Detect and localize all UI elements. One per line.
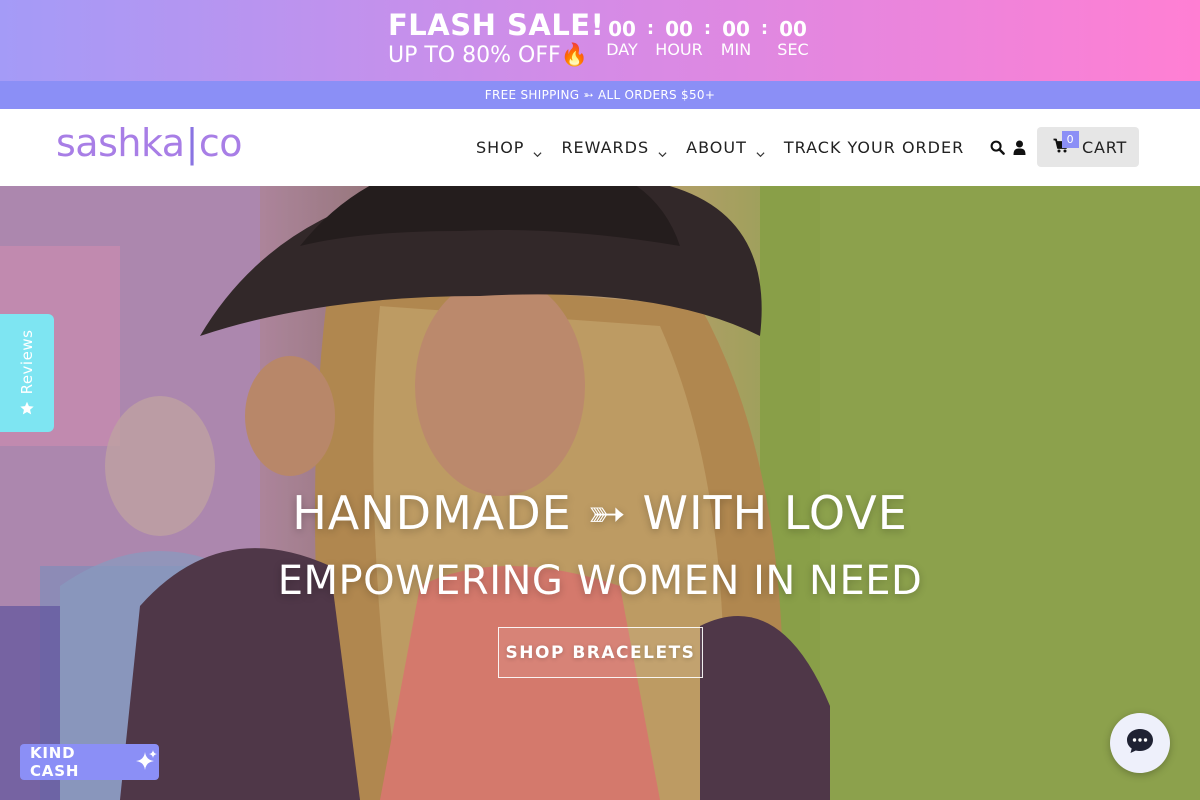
free-shipping-bar: FREE SHIPPING ➳ ALL ORDERS $50+ (0, 81, 1200, 109)
chevron-down-icon (658, 144, 667, 157)
logo-text-suffix: co (198, 121, 243, 165)
site-header: sashka|co SHOP REWARDS ABOUT TRACK YOUR … (0, 109, 1200, 186)
cart-button[interactable]: 0 CART (1037, 127, 1139, 167)
countdown-min: 00 MIN (714, 16, 758, 60)
countdown-value: 00 (779, 17, 807, 41)
nav-label: SHOP (476, 138, 525, 157)
user-icon[interactable] (1013, 140, 1026, 155)
nav-label: ABOUT (686, 138, 747, 157)
countdown-separator: : (760, 18, 769, 39)
countdown-hour: 00 HOUR (655, 16, 703, 60)
chevron-down-icon (756, 144, 765, 157)
countdown-label: MIN (720, 40, 752, 59)
chevron-down-icon (533, 144, 542, 157)
header-icons (990, 109, 1034, 186)
search-icon[interactable] (990, 140, 1005, 155)
countdown-label: HOUR (655, 40, 703, 59)
hero-banner: HANDMADE ➳ WITH LOVE EMPOWERING WOMEN IN… (0, 186, 1200, 800)
countdown-separator: : (646, 18, 655, 39)
nav-item-shop[interactable]: SHOP (476, 138, 542, 157)
countdown-value: 00 (608, 17, 636, 41)
reviews-tab[interactable]: Reviews (0, 314, 54, 432)
countdown-label: DAY (606, 40, 638, 59)
flash-sale-text: FLASH SALE! UP TO 80% OFF🔥 (388, 8, 604, 70)
countdown-value: 00 (665, 17, 693, 41)
reviews-label: Reviews (18, 329, 36, 395)
chat-button[interactable] (1110, 713, 1170, 773)
cart-label: CART (1082, 137, 1128, 157)
sparkle-icon (133, 749, 159, 775)
shop-bracelets-button[interactable]: SHOP BRACELETS (498, 627, 703, 678)
countdown-timer: 00 DAY : 00 HOUR : 00 MIN : 00 SEC (600, 16, 815, 60)
star-icon (19, 400, 35, 416)
main-nav: SHOP REWARDS ABOUT TRACK YOUR ORDER (476, 109, 984, 186)
nav-item-track-order[interactable]: TRACK YOUR ORDER (784, 138, 964, 157)
countdown-separator: : (703, 18, 712, 39)
chat-icon (1125, 726, 1155, 760)
nav-item-about[interactable]: ABOUT (686, 138, 765, 157)
cart-count-badge: 0 (1062, 131, 1079, 148)
kind-cash-button[interactable]: KIND CASH (20, 744, 159, 780)
hero-subheadline: EMPOWERING WOMEN IN NEED (277, 558, 923, 604)
hero-headline: HANDMADE ➳ WITH LOVE (292, 486, 908, 540)
kind-cash-label: KIND CASH (30, 744, 80, 780)
countdown-day: 00 DAY (600, 16, 644, 60)
nav-label: TRACK YOUR ORDER (783, 138, 965, 157)
nav-label: REWARDS (561, 138, 650, 157)
logo-bar: | (185, 121, 199, 165)
logo[interactable]: sashka|co (56, 121, 243, 165)
flash-sale-subtitle: UP TO 80% OFF🔥 (388, 43, 589, 68)
nav-item-rewards[interactable]: REWARDS (561, 138, 667, 157)
flash-sale-banner: FLASH SALE! UP TO 80% OFF🔥 00 DAY : 00 H… (0, 0, 1200, 81)
countdown-label: SEC (777, 40, 809, 59)
flash-sale-title: FLASH SALE! (388, 8, 605, 42)
countdown-sec: 00 SEC (771, 16, 815, 60)
logo-text: sashka (56, 121, 185, 165)
countdown-value: 00 (722, 17, 750, 41)
